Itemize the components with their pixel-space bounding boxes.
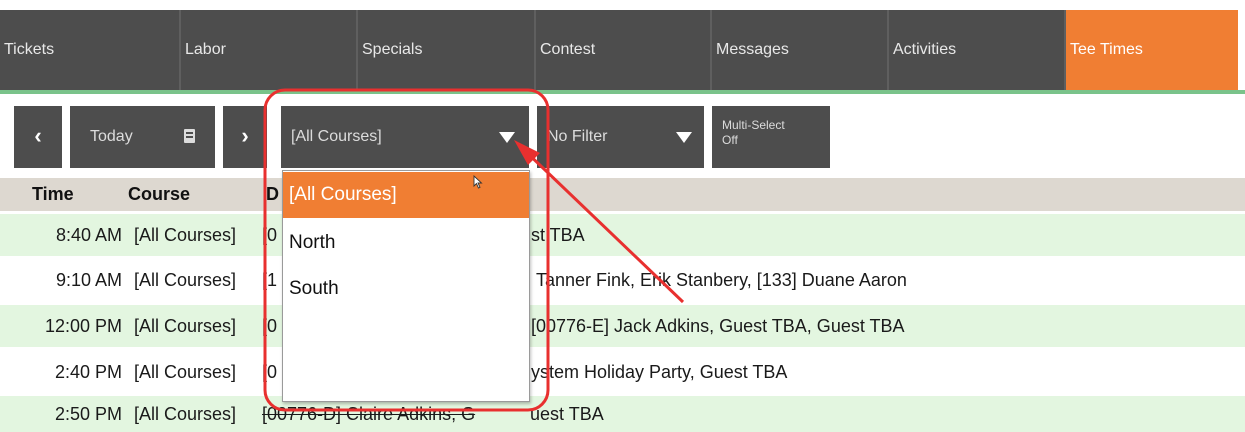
table-row[interactable]: 12:00 PM [All Courses] [0 [00776-E] Jack… xyxy=(0,305,1245,347)
row-time: 12:00 PM xyxy=(44,316,122,336)
tab-tickets[interactable]: Tickets xyxy=(0,10,181,90)
dropdown-arrow-icon xyxy=(676,132,692,143)
mouse-cursor-icon xyxy=(473,175,483,189)
today-label: Today xyxy=(90,128,133,145)
multi-select-label-line1: Multi-Select xyxy=(722,118,785,132)
row-course: [All Courses] xyxy=(134,225,237,245)
multi-select-toggle[interactable]: Multi-Select Off xyxy=(712,106,830,168)
row-description-end: uest TBA xyxy=(530,404,604,424)
previous-day-button[interactable]: ‹ xyxy=(14,106,62,168)
row-course: [All Courses] xyxy=(134,316,237,336)
tab-activities[interactable]: Activities xyxy=(889,10,1066,90)
row-description-end: ystem Holiday Party, Guest TBA xyxy=(531,362,788,382)
column-header-description[interactable]: D xyxy=(266,178,279,211)
table-row[interactable]: 2:40 PM [All Courses] [0 ystem Holiday P… xyxy=(0,351,1245,393)
tab-bar: Tickets Labor Specials Contest Messages … xyxy=(0,0,1245,94)
row-description-start: [0 xyxy=(262,225,278,245)
chevron-right-icon: › xyxy=(241,123,249,148)
row-course: [All Courses] xyxy=(134,404,237,424)
course-dropdown-list: [All Courses] North South xyxy=(282,170,530,402)
row-description-end: Tanner Fink, Erik Stanbery, [133] Duane … xyxy=(536,270,907,290)
row-description-start: [0 xyxy=(262,316,278,336)
table-row[interactable]: 2:50 PM [All Courses] [00776-D] Claire A… xyxy=(0,396,1245,432)
calendar-icon xyxy=(184,129,195,143)
table-row[interactable]: 9:10 AM [All Courses] [1 Tanner Fink, Er… xyxy=(0,259,1245,301)
column-header-time[interactable]: Time xyxy=(32,178,74,211)
dropdown-option-north[interactable]: North xyxy=(283,220,529,266)
row-time: 2:50 PM xyxy=(54,404,122,424)
row-course: [All Courses] xyxy=(134,362,237,382)
tab-tee-times[interactable]: Tee Times xyxy=(1066,10,1238,90)
tab-messages[interactable]: Messages xyxy=(712,10,889,90)
row-time: 8:40 AM xyxy=(55,225,122,245)
row-description-end: [00776-E] Jack Adkins, Guest TBA, Guest … xyxy=(531,316,905,336)
today-button[interactable]: Today xyxy=(70,106,215,168)
tab-labor[interactable]: Labor xyxy=(181,10,358,90)
tab-underline xyxy=(0,90,1245,94)
multi-select-label: Multi-Select Off xyxy=(722,118,785,148)
row-time: 9:10 AM xyxy=(55,270,122,290)
grid-header: Time Course D xyxy=(0,178,1245,211)
next-day-button[interactable]: › xyxy=(223,106,267,168)
tab-contest[interactable]: Contest xyxy=(536,10,712,90)
multi-select-label-line2: Off xyxy=(722,133,738,147)
row-description-start: [0 xyxy=(262,362,278,382)
dropdown-option-south[interactable]: South xyxy=(283,266,529,312)
course-select[interactable]: [All Courses] xyxy=(281,106,529,168)
row-description-start: [1 xyxy=(262,270,278,290)
dropdown-arrow-icon xyxy=(499,132,515,143)
table-row[interactable]: 8:40 AM [All Courses] [0 st TBA xyxy=(0,214,1245,256)
filter-select-value: No Filter xyxy=(547,128,608,145)
chevron-left-icon: ‹ xyxy=(34,123,42,148)
row-time: 2:40 PM xyxy=(54,362,122,382)
filter-select[interactable]: No Filter xyxy=(537,106,704,168)
dropdown-option-all-courses[interactable]: [All Courses] xyxy=(283,172,529,218)
row-description-end: st TBA xyxy=(531,225,585,245)
course-select-value: [All Courses] xyxy=(291,128,382,145)
column-header-course[interactable]: Course xyxy=(128,178,190,211)
row-course: [All Courses] xyxy=(134,270,237,290)
tab-specials[interactable]: Specials xyxy=(358,10,536,90)
